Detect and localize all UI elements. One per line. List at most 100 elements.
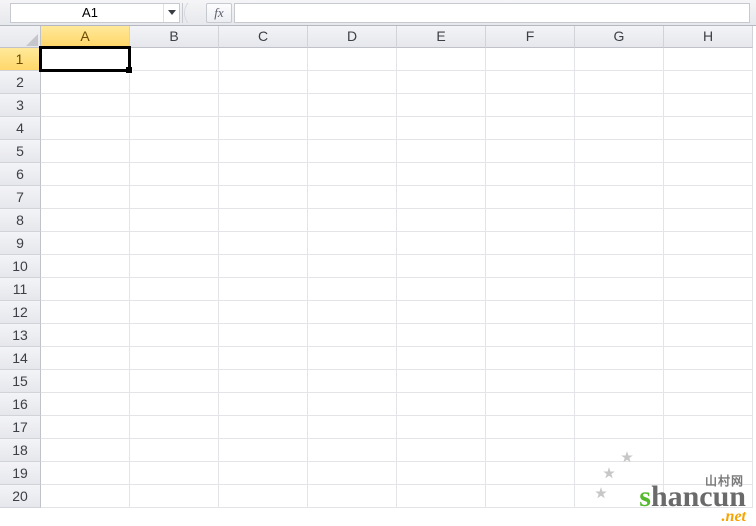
cell-B2[interactable] [130, 71, 219, 94]
cell-G13[interactable] [575, 324, 664, 347]
cell-A17[interactable] [41, 416, 130, 439]
row-header-9[interactable]: 9 [0, 232, 41, 255]
cell-B16[interactable] [130, 393, 219, 416]
cell-F9[interactable] [486, 232, 575, 255]
cell-C14[interactable] [219, 347, 308, 370]
cell-F20[interactable] [486, 485, 575, 508]
cell-B9[interactable] [130, 232, 219, 255]
cell-G17[interactable] [575, 416, 664, 439]
row-header-7[interactable]: 7 [0, 186, 41, 209]
cell-H2[interactable] [664, 71, 753, 94]
row-header-1[interactable]: 1 [0, 48, 41, 71]
cell-G19[interactable] [575, 462, 664, 485]
cell-C7[interactable] [219, 186, 308, 209]
cell-D17[interactable] [308, 416, 397, 439]
cell-G20[interactable] [575, 485, 664, 508]
cell-D13[interactable] [308, 324, 397, 347]
row-header-10[interactable]: 10 [0, 255, 41, 278]
cell-D10[interactable] [308, 255, 397, 278]
cell-C16[interactable] [219, 393, 308, 416]
row-header-19[interactable]: 19 [0, 462, 41, 485]
cell-D6[interactable] [308, 163, 397, 186]
cell-F1[interactable] [486, 48, 575, 71]
cell-F2[interactable] [486, 71, 575, 94]
cell-E11[interactable] [397, 278, 486, 301]
cell-D11[interactable] [308, 278, 397, 301]
cell-B6[interactable] [130, 163, 219, 186]
cell-H13[interactable] [664, 324, 753, 347]
cell-A16[interactable] [41, 393, 130, 416]
cell-G16[interactable] [575, 393, 664, 416]
cell-A3[interactable] [41, 94, 130, 117]
cell-A4[interactable] [41, 117, 130, 140]
insert-function-button[interactable]: fx [206, 3, 232, 23]
cell-A15[interactable] [41, 370, 130, 393]
cell-B15[interactable] [130, 370, 219, 393]
cell-G7[interactable] [575, 186, 664, 209]
cell-A11[interactable] [41, 278, 130, 301]
cell-E5[interactable] [397, 140, 486, 163]
row-header-12[interactable]: 12 [0, 301, 41, 324]
cell-E8[interactable] [397, 209, 486, 232]
cell-B8[interactable] [130, 209, 219, 232]
cells-area[interactable] [41, 48, 753, 508]
cell-C20[interactable] [219, 485, 308, 508]
row-header-11[interactable]: 11 [0, 278, 41, 301]
cell-A14[interactable] [41, 347, 130, 370]
cell-A13[interactable] [41, 324, 130, 347]
cell-D18[interactable] [308, 439, 397, 462]
cell-E13[interactable] [397, 324, 486, 347]
cell-C13[interactable] [219, 324, 308, 347]
cell-H15[interactable] [664, 370, 753, 393]
cell-D8[interactable] [308, 209, 397, 232]
column-header-B[interactable]: B [130, 26, 219, 48]
cell-G4[interactable] [575, 117, 664, 140]
cell-G14[interactable] [575, 347, 664, 370]
cell-E9[interactable] [397, 232, 486, 255]
row-header-14[interactable]: 14 [0, 347, 41, 370]
cell-F7[interactable] [486, 186, 575, 209]
cell-H5[interactable] [664, 140, 753, 163]
cell-H3[interactable] [664, 94, 753, 117]
name-box[interactable]: A1 [11, 5, 163, 20]
cell-E12[interactable] [397, 301, 486, 324]
column-header-F[interactable]: F [486, 26, 575, 48]
cell-E16[interactable] [397, 393, 486, 416]
column-header-G[interactable]: G [575, 26, 664, 48]
row-header-2[interactable]: 2 [0, 71, 41, 94]
cell-B1[interactable] [130, 48, 219, 71]
cell-F5[interactable] [486, 140, 575, 163]
cell-C1[interactable] [219, 48, 308, 71]
cell-B11[interactable] [130, 278, 219, 301]
cell-F18[interactable] [486, 439, 575, 462]
cell-G5[interactable] [575, 140, 664, 163]
cell-D2[interactable] [308, 71, 397, 94]
cell-G12[interactable] [575, 301, 664, 324]
cell-B12[interactable] [130, 301, 219, 324]
cell-B7[interactable] [130, 186, 219, 209]
cell-D16[interactable] [308, 393, 397, 416]
column-header-E[interactable]: E [397, 26, 486, 48]
cell-C9[interactable] [219, 232, 308, 255]
cell-C15[interactable] [219, 370, 308, 393]
cell-A20[interactable] [41, 485, 130, 508]
cell-F11[interactable] [486, 278, 575, 301]
cell-A12[interactable] [41, 301, 130, 324]
cell-B5[interactable] [130, 140, 219, 163]
cell-B20[interactable] [130, 485, 219, 508]
cell-F14[interactable] [486, 347, 575, 370]
cell-A9[interactable] [41, 232, 130, 255]
cell-A2[interactable] [41, 71, 130, 94]
cell-G3[interactable] [575, 94, 664, 117]
cell-E18[interactable] [397, 439, 486, 462]
cell-H16[interactable] [664, 393, 753, 416]
cell-A6[interactable] [41, 163, 130, 186]
cell-G1[interactable] [575, 48, 664, 71]
cell-H7[interactable] [664, 186, 753, 209]
cell-A7[interactable] [41, 186, 130, 209]
cell-A18[interactable] [41, 439, 130, 462]
cell-G15[interactable] [575, 370, 664, 393]
cell-H4[interactable] [664, 117, 753, 140]
cell-F16[interactable] [486, 393, 575, 416]
cell-F8[interactable] [486, 209, 575, 232]
